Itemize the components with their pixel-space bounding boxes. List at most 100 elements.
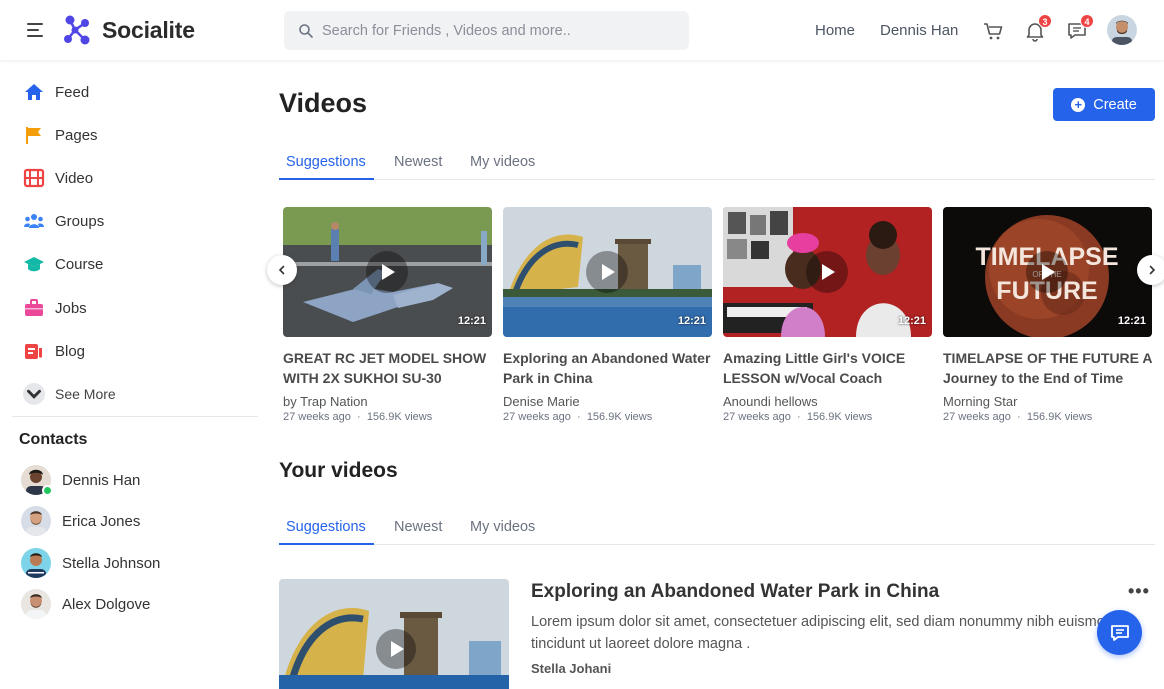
sidebar-item-label: Video bbox=[55, 169, 94, 187]
contact-dennis-han[interactable]: Dennis Han bbox=[21, 465, 141, 496]
create-video-button[interactable]: + Create bbox=[1053, 88, 1155, 121]
sidebar-item-label: Course bbox=[55, 255, 104, 273]
your-videos-tabs: Suggestions Newest My videos bbox=[279, 504, 1155, 545]
featured-video-title[interactable]: Exploring an Abandoned Water Park in Chi… bbox=[531, 581, 939, 603]
briefcase-icon bbox=[25, 299, 43, 316]
video-thumbnail[interactable]: 12:21 bbox=[503, 207, 712, 337]
video-thumbnail[interactable]: 12:21 bbox=[723, 207, 932, 337]
avatar bbox=[21, 465, 53, 496]
left-sidebar: Feed Pages Video Groups Course Jobs Blog… bbox=[0, 60, 270, 677]
video-title[interactable]: Exploring an Abandoned Water Park in Chi… bbox=[503, 348, 712, 388]
sidebar-item-label: Blog bbox=[55, 342, 86, 360]
brand-logo[interactable]: Socialite bbox=[63, 14, 195, 46]
video-author[interactable]: Anoundi hellows bbox=[723, 394, 932, 409]
contact-name: Stella Johnson bbox=[62, 554, 161, 572]
video-meta: 27 weeks ago · 156.9K views bbox=[723, 411, 932, 423]
chevron-left-icon bbox=[278, 265, 285, 275]
contact-name: Dennis Han bbox=[62, 471, 141, 489]
video-card[interactable]: 12:21 Exploring an Abandoned Water Park … bbox=[503, 207, 712, 423]
play-icon[interactable] bbox=[366, 251, 408, 293]
more-options-icon[interactable]: ••• bbox=[1128, 581, 1150, 602]
graduation-cap-icon bbox=[24, 257, 44, 272]
video-thumbnail[interactable]: 12:21 bbox=[283, 207, 492, 337]
tab-newest[interactable]: Newest bbox=[394, 504, 442, 545]
video-title[interactable]: TIMELAPSE OF THE FUTURE A Journey to the… bbox=[943, 348, 1152, 388]
meta-separator: · bbox=[1017, 411, 1021, 423]
online-status-indicator bbox=[42, 485, 53, 496]
sidebar-item-label: Jobs bbox=[55, 299, 87, 317]
flag-icon bbox=[26, 127, 41, 144]
video-time: 27 weeks ago bbox=[283, 411, 351, 423]
see-more-label: See More bbox=[55, 386, 116, 402]
messages-badge: 4 bbox=[1080, 14, 1094, 28]
video-duration: 12:21 bbox=[677, 315, 706, 327]
notifications-bell-icon[interactable]: 3 bbox=[1024, 14, 1052, 42]
video-thumbnail[interactable]: TIMELAPSE OF THE FUTURE 12:21 bbox=[943, 207, 1152, 337]
contacts-heading: Contacts bbox=[19, 431, 88, 448]
play-icon[interactable] bbox=[586, 251, 628, 293]
contact-erica-jones[interactable]: Erica Jones bbox=[21, 506, 140, 536]
contact-stella-johnson[interactable]: Stella Johnson bbox=[21, 548, 160, 578]
carousel-next-button[interactable] bbox=[1137, 255, 1164, 285]
messages-icon[interactable]: 4 bbox=[1066, 14, 1094, 42]
sidebar-item-feed[interactable]: Feed bbox=[23, 81, 89, 103]
avatar bbox=[21, 589, 51, 619]
active-tab-indicator bbox=[279, 178, 374, 180]
video-card[interactable]: 12:21 Amazing Little Girl's VOICE LESSON… bbox=[723, 207, 932, 423]
video-author[interactable]: Morning Star bbox=[943, 394, 1152, 409]
search-input[interactable] bbox=[322, 22, 682, 39]
video-time: 27 weeks ago bbox=[503, 411, 571, 423]
active-tab-indicator bbox=[279, 543, 374, 545]
plus-circle-icon: + bbox=[1071, 97, 1086, 112]
tab-suggestions[interactable]: Suggestions bbox=[286, 504, 366, 545]
video-views: 156.9K views bbox=[1026, 411, 1093, 423]
video-duration: 12:21 bbox=[1117, 315, 1146, 327]
video-title[interactable]: GREAT RC JET MODEL SHOW WITH 2X SUKHOI S… bbox=[283, 348, 492, 388]
video-author[interactable]: Denise Marie bbox=[503, 394, 712, 409]
sidebar-item-video[interactable]: Video bbox=[23, 167, 93, 189]
blog-icon bbox=[25, 344, 42, 359]
tab-newest[interactable]: Newest bbox=[394, 139, 442, 180]
video-meta: 27 weeks ago · 156.9K views bbox=[283, 411, 492, 423]
sidebar-item-blog[interactable]: Blog bbox=[23, 340, 85, 362]
top-header: Socialite Home Dennis Han 3 4 bbox=[0, 0, 1164, 60]
video-views: 156.9K views bbox=[586, 411, 653, 423]
video-meta: 27 weeks ago · 156.9K views bbox=[503, 411, 712, 423]
featured-video-thumbnail[interactable] bbox=[279, 579, 509, 689]
search-bar[interactable] bbox=[284, 11, 689, 50]
nav-profile-link[interactable]: Dennis Han bbox=[880, 22, 958, 39]
nav-home-link[interactable]: Home bbox=[815, 22, 855, 39]
sidebar-item-label: Groups bbox=[55, 212, 105, 230]
sidebar-item-label: Pages bbox=[55, 126, 98, 144]
contact-alex-dolgove[interactable]: Alex Dolgove bbox=[21, 589, 150, 619]
cart-icon[interactable] bbox=[982, 20, 1004, 42]
tab-my-videos[interactable]: My videos bbox=[470, 504, 535, 545]
play-icon[interactable] bbox=[806, 251, 848, 293]
meta-separator: · bbox=[577, 411, 581, 423]
see-more-button[interactable]: See More bbox=[23, 383, 116, 405]
sidebar-item-pages[interactable]: Pages bbox=[23, 124, 98, 146]
carousel-prev-button[interactable] bbox=[267, 255, 297, 285]
featured-video-author[interactable]: Stella Johani bbox=[531, 661, 611, 676]
menu-toggle-icon[interactable] bbox=[27, 23, 45, 39]
tab-my-videos[interactable]: My videos bbox=[470, 139, 535, 180]
videos-tabs: Suggestions Newest My videos bbox=[279, 139, 1155, 180]
play-icon[interactable] bbox=[1026, 251, 1068, 293]
meta-separator: · bbox=[797, 411, 801, 423]
video-card[interactable]: 12:21 GREAT RC JET MODEL SHOW WITH 2X SU… bbox=[283, 207, 492, 423]
sidebar-item-groups[interactable]: Groups bbox=[23, 210, 104, 232]
tab-suggestions[interactable]: Suggestions bbox=[286, 139, 366, 180]
sidebar-item-course[interactable]: Course bbox=[23, 253, 103, 275]
video-author[interactable]: by Trap Nation bbox=[283, 394, 492, 409]
play-icon[interactable] bbox=[376, 629, 416, 669]
video-card[interactable]: TIMELAPSE OF THE FUTURE 12:21 TIMELAPSE … bbox=[943, 207, 1152, 423]
chat-button[interactable] bbox=[1097, 610, 1142, 655]
user-avatar[interactable] bbox=[1107, 15, 1137, 45]
page-title: Videos bbox=[279, 88, 368, 118]
main-content: Videos + Create Suggestions Newest My vi… bbox=[267, 60, 1164, 689]
brand-name: Socialite bbox=[102, 16, 195, 43]
video-title[interactable]: Amazing Little Girl's VOICE LESSON w/Voc… bbox=[723, 348, 932, 388]
home-icon bbox=[25, 84, 43, 100]
sidebar-item-jobs[interactable]: Jobs bbox=[23, 297, 87, 319]
notifications-badge: 3 bbox=[1038, 14, 1052, 28]
